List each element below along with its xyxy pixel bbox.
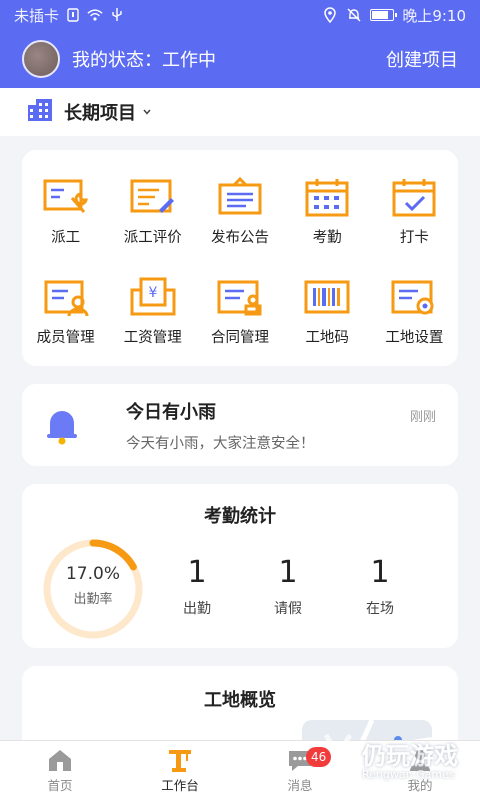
function-grid-card: 派工 派工评价 发布公告 考勤 打卡 成员管理 ¥ 工资管理 合同管理 工地码 … — [22, 150, 458, 366]
salary-management-icon: ¥ — [130, 277, 176, 316]
tab-messages[interactable]: 消息 46 — [240, 741, 360, 800]
usb-icon — [109, 7, 125, 23]
site-overview-title: 工地概览 — [204, 690, 276, 711]
tab-profile-label: 我的 — [407, 778, 433, 793]
function-dispatch-label: 派工 — [51, 230, 81, 246]
attendance-rate-value: 17.0% — [65, 564, 120, 584]
top-header: 未插卡 晚上9:10 我的状态：工作中 创建项目 — [0, 0, 480, 88]
function-site-barcode[interactable]: 工地码 — [284, 258, 371, 358]
stat-leave-label: 请假 — [274, 601, 302, 617]
profile-icon — [410, 750, 430, 771]
announcement-icon — [218, 176, 262, 215]
stat-present[interactable]: 1 出勤 — [162, 556, 232, 618]
notice-time: 刚刚 — [409, 410, 436, 425]
attendance-calendar-icon — [305, 179, 349, 217]
function-contract-management[interactable]: 合同管理 — [196, 258, 283, 358]
member-management-icon — [44, 280, 89, 317]
stat-onsite-label: 在场 — [366, 601, 394, 617]
chevron-down-icon — [143, 109, 151, 115]
function-checkin[interactable]: 打卡 — [371, 158, 458, 258]
checkin-icon — [392, 179, 436, 217]
function-announcement[interactable]: 发布公告 — [196, 158, 283, 258]
function-site-barcode-label: 工地码 — [305, 330, 349, 346]
bottom-tab-bar: 首页 工作台 消息 46 我的 — [0, 740, 480, 800]
tab-profile[interactable]: 我的 — [360, 741, 480, 800]
mute-bell-icon — [346, 7, 362, 23]
function-dispatch-review-label: 派工评价 — [123, 230, 182, 246]
site-barcode-icon — [304, 280, 350, 314]
battery-icon — [370, 9, 398, 21]
contract-management-icon — [217, 280, 262, 316]
project-name: 长期项目 — [64, 103, 136, 124]
function-checkin-label: 打卡 — [399, 230, 429, 246]
tab-messages-label: 消息 — [287, 778, 313, 793]
tab-home-label: 首页 — [47, 778, 73, 793]
function-member-management-label: 成员管理 — [36, 330, 95, 346]
function-dispatch-review[interactable]: 派工评价 — [109, 158, 196, 258]
clock-time: 晚上9:10 — [402, 6, 466, 25]
dispatch-review-icon — [130, 179, 174, 213]
dispatch-icon — [43, 179, 88, 213]
attendance-rate-label: 出勤率 — [73, 592, 113, 607]
notice-card[interactable]: 今日有小雨 今天有小雨，大家注意安全！ 刚刚 — [22, 384, 458, 466]
function-announcement-label: 发布公告 — [210, 230, 269, 246]
project-selector[interactable]: 长期项目 — [0, 88, 480, 136]
function-site-settings[interactable]: 工地设置 — [371, 258, 458, 358]
carrier-label: 未插卡 — [14, 6, 60, 25]
stat-onsite[interactable]: 1 在场 — [345, 556, 415, 618]
function-site-settings-label: 工地设置 — [385, 330, 444, 346]
stat-leave[interactable]: 1 请假 — [253, 556, 323, 618]
stat-onsite-value: 1 — [370, 555, 390, 590]
attendance-title: 考勤统计 — [204, 506, 276, 527]
workbench-crane-icon — [169, 750, 191, 772]
function-attendance[interactable]: 考勤 — [284, 158, 371, 258]
sim-icon — [65, 7, 81, 23]
function-dispatch[interactable]: 派工 — [22, 158, 109, 258]
home-icon — [49, 750, 71, 771]
stat-leave-value: 1 — [278, 555, 298, 590]
function-member-management[interactable]: 成员管理 — [22, 258, 109, 358]
my-status-label[interactable]: 我的状态：工作中 — [72, 46, 216, 72]
site-settings-icon — [391, 280, 434, 315]
wifi-icon — [87, 7, 103, 23]
building-icon — [26, 97, 54, 127]
function-salary-management[interactable]: ¥ 工资管理 — [109, 258, 196, 358]
notice-description: 今天有小雨，大家注意安全！ — [126, 435, 315, 452]
avatar[interactable] — [22, 40, 60, 78]
stat-present-value: 1 — [187, 555, 207, 590]
location-icon — [322, 7, 338, 23]
notice-title: 今日有小雨 — [126, 401, 216, 423]
function-salary-management-label: 工资管理 — [123, 330, 182, 346]
tab-home[interactable]: 首页 — [0, 741, 120, 800]
function-attendance-label: 考勤 — [312, 230, 342, 246]
tab-workbench-label: 工作台 — [161, 778, 199, 793]
create-project-button[interactable]: 创建项目 — [386, 46, 458, 72]
bell-icon — [47, 411, 77, 445]
attendance-stats-card[interactable]: 考勤统计 17.0% 出勤率 1 出勤 1 请假 1 在场 — [22, 484, 458, 648]
stat-present-label: 出勤 — [183, 601, 211, 617]
tab-workbench[interactable]: 工作台 — [120, 741, 240, 800]
message-count-badge: 46 — [306, 747, 332, 767]
function-contract-management-label: 合同管理 — [210, 330, 269, 346]
status-bar: 未插卡 晚上9:10 — [0, 0, 480, 30]
svg-text:¥: ¥ — [148, 285, 157, 301]
